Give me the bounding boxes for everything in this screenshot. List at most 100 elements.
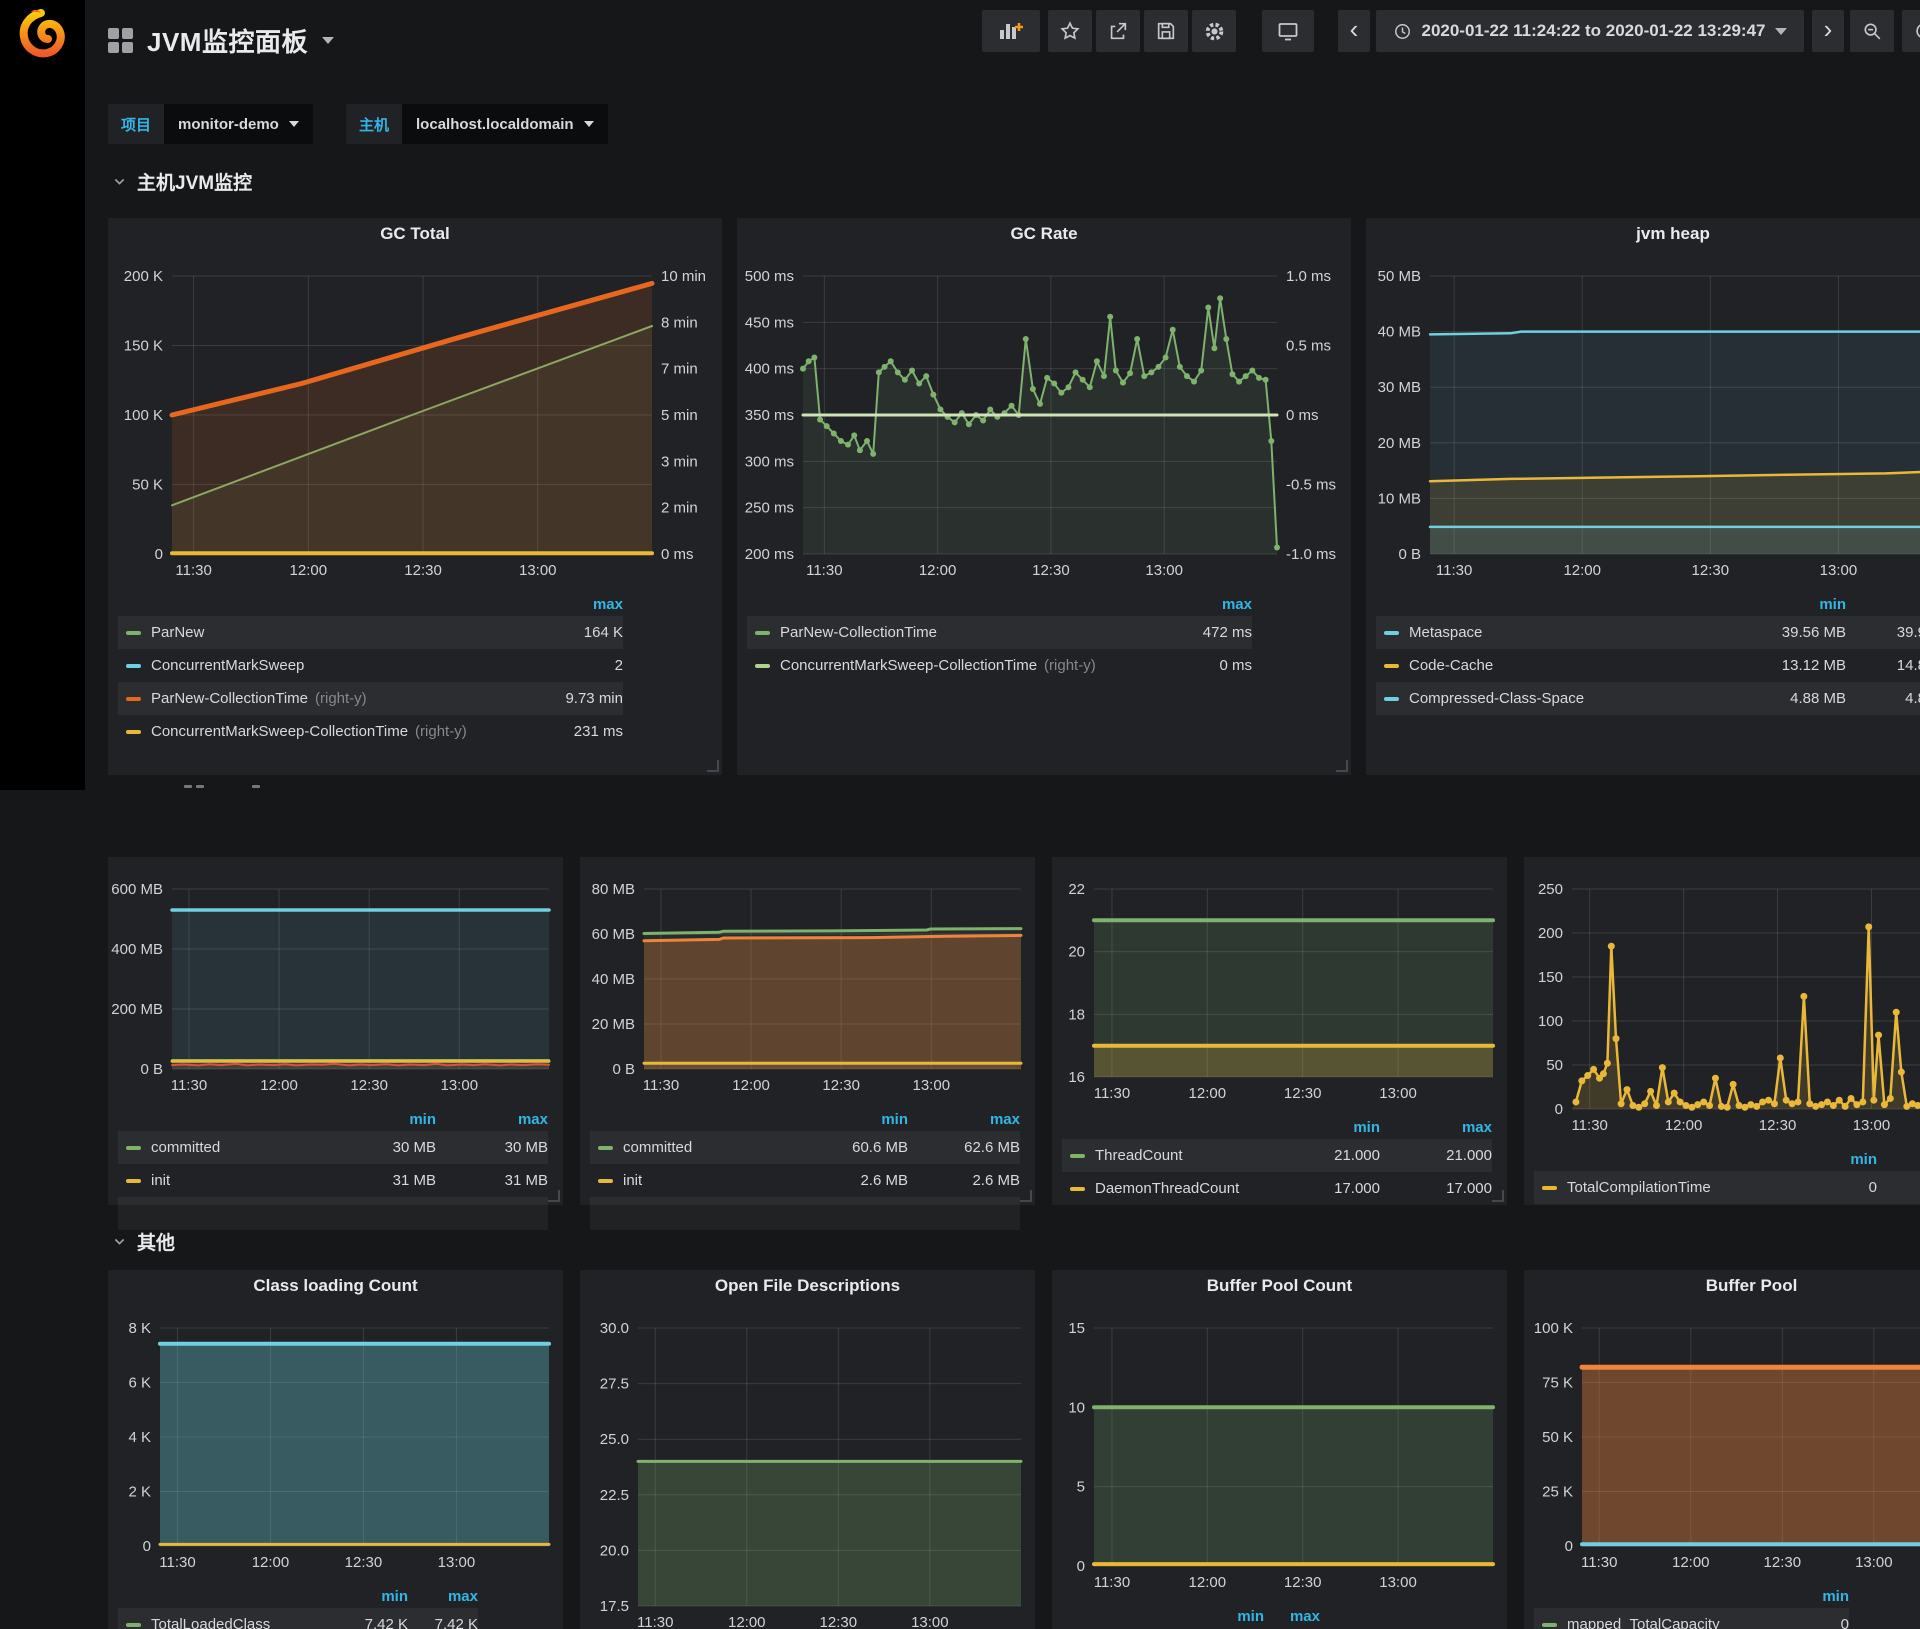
chart-class-loading[interactable]: 02 K4 K6 K8 K11:3012:0012:3013:00: [108, 1304, 563, 1574]
share-button[interactable]: [1096, 10, 1140, 52]
resize-handle[interactable]: [548, 1190, 560, 1202]
legend-stat-header[interactable]: min: [1731, 596, 1846, 613]
variable-host-select[interactable]: localhost.localdomain: [402, 104, 608, 144]
legend-series-name[interactable]: Metaspace: [1409, 624, 1482, 641]
legend-series-color[interactable]: [598, 1179, 613, 1183]
legend-series-color[interactable]: [126, 1212, 141, 1216]
star-button[interactable]: [1048, 10, 1092, 52]
panel-title[interactable]: jvm heap: [1366, 218, 1920, 252]
legend-stat-header[interactable]: max: [503, 596, 623, 613]
refresh-button[interactable]: [1902, 10, 1920, 52]
legend-series-color[interactable]: [1384, 664, 1399, 668]
resize-handle[interactable]: [1020, 1190, 1032, 1202]
legend-series-name[interactable]: DaemonThreadCount: [1095, 1180, 1239, 1197]
chart-memory-pool-2[interactable]: 0 B20 MB40 MB60 MB80 MB11:3012:0012:3013…: [580, 865, 1035, 1097]
time-back-button[interactable]: ‹: [1338, 10, 1370, 52]
legend-series-color[interactable]: [1384, 631, 1399, 635]
zoom-out-button[interactable]: [1850, 10, 1894, 52]
panel-title[interactable]: Buffer Pool: [1524, 1270, 1920, 1304]
panel-title[interactable]: GC Rate: [737, 218, 1351, 252]
legend-stat-header[interactable]: min: [338, 1588, 408, 1605]
legend-series-color[interactable]: [1542, 1623, 1557, 1627]
legend-stat-header[interactable]: min: [796, 1111, 908, 1128]
variable-project-select[interactable]: monitor-demo: [164, 104, 313, 144]
save-button[interactable]: [1144, 10, 1188, 52]
resize-handle[interactable]: [707, 760, 719, 772]
legend-stat-header[interactable]: max: [1132, 596, 1252, 613]
row-header-jvm[interactable]: 主机JVM监控: [112, 168, 252, 195]
tv-mode-button[interactable]: [1262, 10, 1314, 52]
legend-series-name[interactable]: ParNew-CollectionTime: [780, 624, 937, 641]
legend-stat-header[interactable]: min: [1765, 1151, 1877, 1168]
chart-memory-pool-1[interactable]: 0 B200 MB400 MB600 MB11:3012:0012:3013:0…: [108, 865, 563, 1097]
legend-series-color[interactable]: [126, 697, 141, 701]
chart-gc-rate[interactable]: 200 ms250 ms300 ms350 ms400 ms450 ms500 …: [737, 252, 1351, 582]
dashboard-title[interactable]: JVM监控面板: [147, 22, 308, 59]
panel-title[interactable]: Class loading Count: [108, 1270, 563, 1304]
chart-buffer-pool-count[interactable]: 05101511:3012:0012:3013:00: [1052, 1304, 1507, 1594]
legend-stat-header[interactable]: max: [408, 1588, 478, 1605]
panel-title[interactable]: Open File Descriptions: [580, 1270, 1035, 1304]
time-forward-button[interactable]: ›: [1812, 10, 1844, 52]
legend-series-name[interactable]: TotalLoadedClass: [151, 1616, 270, 1629]
legend-series-color[interactable]: [1542, 1186, 1557, 1190]
legend-series-name[interactable]: ConcurrentMarkSweep-CollectionTime: [780, 657, 1037, 674]
legend-series-name[interactable]: mapped_TotalCapacity: [1567, 1616, 1720, 1629]
chart-buffer-pool[interactable]: 025 K50 K75 K100 K11:3012:0012:3013:00: [1524, 1304, 1920, 1574]
panel-title[interactable]: Buffer Pool Count: [1052, 1270, 1507, 1304]
legend-series-name[interactable]: Code-Cache: [1409, 657, 1493, 674]
legend-series-color[interactable]: [126, 1146, 141, 1150]
add-panel-button[interactable]: [982, 10, 1040, 52]
chart-compilation[interactable]: 05010015020025011:3012:0012:3013:00: [1524, 865, 1920, 1137]
legend-stat-header[interactable]: min: [324, 1111, 436, 1128]
legend-stat-header[interactable]: min: [1208, 1608, 1264, 1625]
legend-series-color[interactable]: [126, 730, 141, 734]
legend-stat-header[interactable]: max: [436, 1111, 548, 1128]
resize-handle[interactable]: [1336, 760, 1348, 772]
legend-series-name[interactable]: ParNew-CollectionTime: [151, 690, 308, 707]
legend-stat-header[interactable]: max: [1846, 596, 1920, 613]
legend-series-color[interactable]: [598, 1146, 613, 1150]
legend-series-name[interactable]: committed: [623, 1139, 692, 1156]
legend-series-color[interactable]: [126, 1623, 141, 1627]
chart-gc-total[interactable]: 050 K100 K150 K200 K0 ms2 min3 min5 min7…: [108, 252, 722, 582]
legend-series-name[interactable]: ConcurrentMarkSweep: [151, 657, 304, 674]
legend-series-color[interactable]: [598, 1212, 613, 1216]
legend-stat-header[interactable]: max: [1877, 1151, 1920, 1168]
legend-series-name[interactable]: TotalCompilationTime: [1567, 1179, 1711, 1196]
chart-svg: 05010015020025011:3012:0012:3013:00: [1524, 865, 1920, 1137]
svg-text:11:30: 11:30: [1436, 562, 1472, 579]
dashboard-grid-icon[interactable]: [108, 28, 133, 53]
grafana-logo-icon[interactable]: [14, 6, 68, 60]
legend-series-color[interactable]: [755, 631, 770, 635]
legend-series-color[interactable]: [126, 1179, 141, 1183]
panel-title[interactable]: GC Total: [108, 218, 722, 252]
legend-series-color[interactable]: [126, 631, 141, 635]
legend-series-color[interactable]: [1384, 697, 1399, 701]
time-range-button[interactable]: 2020-01-22 11:24:22 to 2020-01-22 13:29:…: [1376, 10, 1804, 52]
settings-button[interactable]: [1192, 10, 1236, 52]
legend-series-name[interactable]: Compressed-Class-Space: [1409, 690, 1584, 707]
legend-stat-header[interactable]: max: [1264, 1608, 1320, 1625]
legend-series-color[interactable]: [1070, 1154, 1085, 1158]
legend-series-color[interactable]: [1070, 1187, 1085, 1191]
chart-threads[interactable]: 1618202211:3012:0012:3013:00: [1052, 865, 1507, 1105]
legend-series-name[interactable]: init: [151, 1172, 170, 1189]
legend-stat-header[interactable]: min: [1777, 1588, 1849, 1605]
legend-series-name[interactable]: committed: [151, 1139, 220, 1156]
chart-jvm-heap[interactable]: 0 B10 MB20 MB30 MB40 MB50 MB11:3012:0012…: [1366, 252, 1920, 582]
legend-series-name[interactable]: init: [623, 1172, 642, 1189]
legend-series-name[interactable]: ThreadCount: [1095, 1147, 1183, 1164]
legend-stat-header[interactable]: max: [908, 1111, 1020, 1128]
title-caret-icon[interactable]: [322, 37, 334, 44]
svg-text:12:30: 12:30: [822, 1077, 860, 1094]
legend-series-color[interactable]: [126, 664, 141, 668]
resize-handle[interactable]: [1492, 1190, 1504, 1202]
legend-stat-header[interactable]: min: [1268, 1119, 1380, 1136]
legend-series-name[interactable]: ParNew: [151, 624, 204, 641]
legend-series-name[interactable]: ConcurrentMarkSweep-CollectionTime: [151, 723, 408, 740]
legend-stat-header[interactable]: max: [1380, 1119, 1492, 1136]
legend-series-color[interactable]: [755, 664, 770, 668]
chart-open-files[interactable]: 17.520.022.525.027.530.011:3012:0012:301…: [580, 1304, 1035, 1629]
row-header-other[interactable]: 其他: [112, 1228, 175, 1255]
